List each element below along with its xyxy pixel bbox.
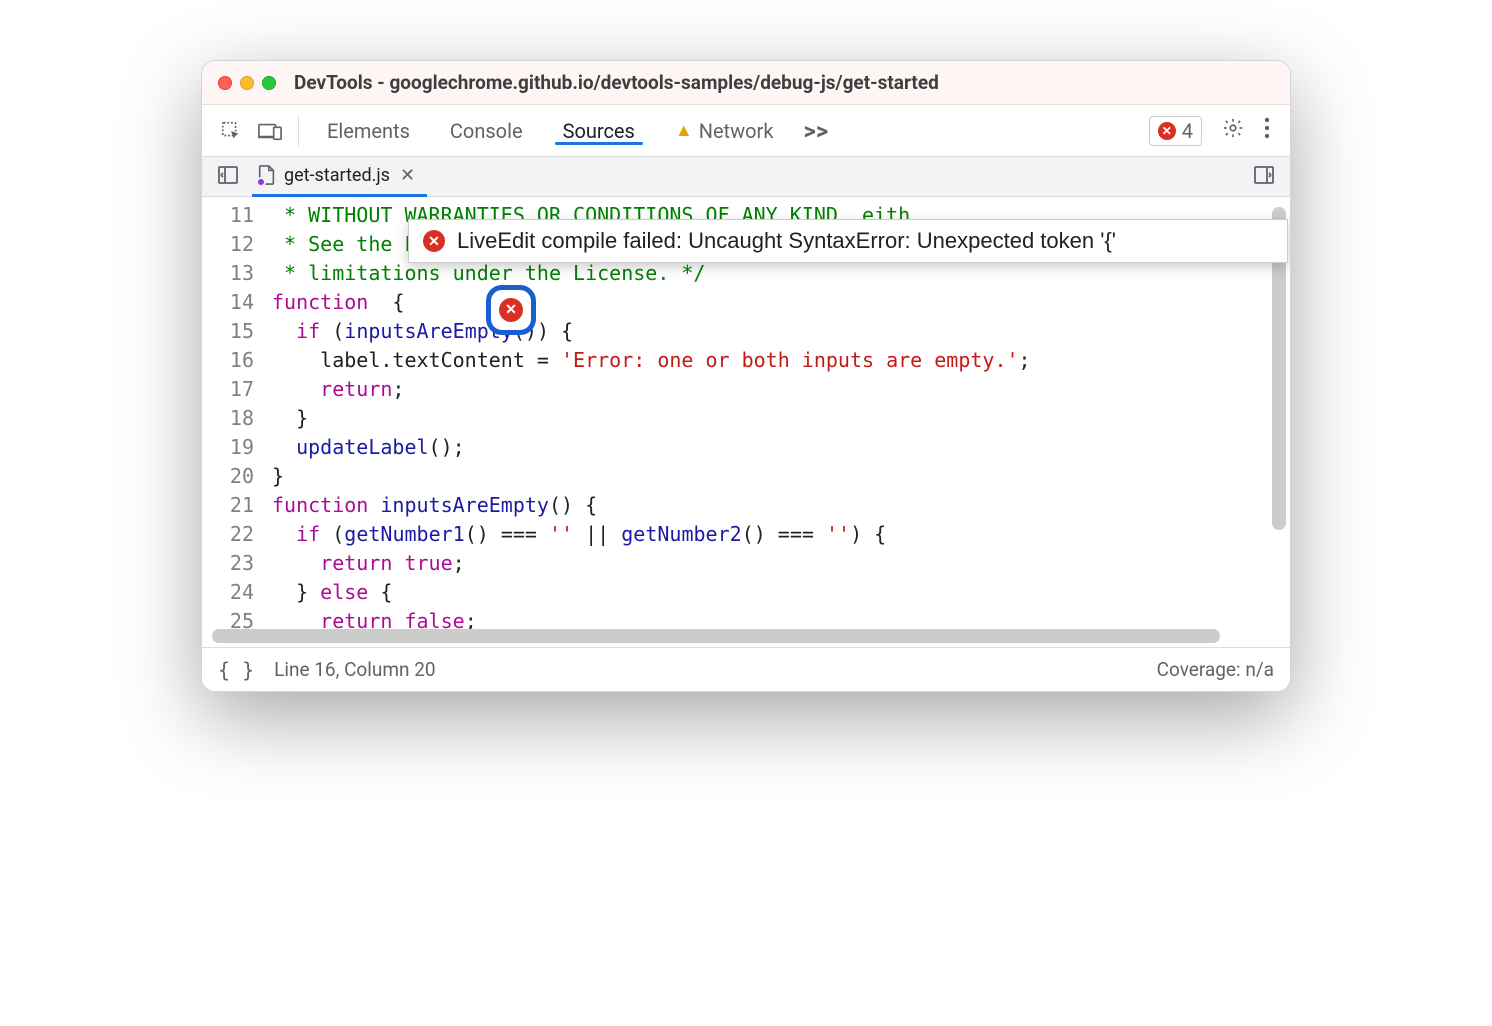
line-number-gutter[interactable]: 111213141516171819202122232425 — [202, 197, 266, 647]
code-content[interactable]: * WITHOUT WARRANTIES OR CONDITIONS OF AN… — [266, 197, 1290, 647]
file-tab-get-started[interactable]: get-started.js ✕ — [252, 157, 427, 197]
tab-label: Console — [450, 119, 523, 143]
cursor-position: Line 16, Column 20 — [274, 658, 435, 681]
title-bar: DevTools - googlechrome.github.io/devtoo… — [202, 61, 1290, 105]
line-number[interactable]: 19 — [210, 433, 254, 462]
line-number[interactable]: 12 — [210, 230, 254, 259]
expand-label: >> — [803, 117, 828, 145]
tab-label: Network — [699, 119, 774, 143]
line-number[interactable]: 23 — [210, 549, 254, 578]
coverage-status: Coverage: n/a — [1157, 658, 1274, 681]
devtools-window: DevTools - googlechrome.github.io/devtoo… — [201, 60, 1291, 692]
line-number[interactable]: 16 — [210, 346, 254, 375]
line-number[interactable]: 21 — [210, 491, 254, 520]
horizontal-scrollbar[interactable] — [212, 629, 1262, 643]
file-name: get-started.js — [284, 165, 390, 186]
status-bar: { } Line 16, Column 20 Coverage: n/a — [202, 647, 1290, 691]
code-editor[interactable]: 111213141516171819202122232425 * WITHOUT… — [202, 197, 1290, 647]
toolbar-divider — [298, 116, 299, 146]
tab-elements[interactable]: Elements — [307, 117, 430, 145]
error-marker-highlight — [486, 285, 536, 335]
close-tab-icon[interactable]: ✕ — [400, 165, 415, 186]
error-count: 4 — [1182, 119, 1193, 143]
pretty-print-icon[interactable]: { } — [218, 658, 254, 682]
more-menu-icon[interactable] — [1254, 117, 1280, 144]
tab-sources[interactable]: Sources — [543, 117, 655, 145]
modified-indicator-icon — [256, 177, 266, 187]
show-debugger-icon[interactable] — [1244, 166, 1284, 188]
code-line[interactable]: label.textContent = 'Error: one or both … — [272, 346, 1290, 375]
tab-network[interactable]: ▲ Network — [655, 117, 794, 145]
error-icon: ✕ — [1158, 122, 1176, 140]
code-line[interactable]: if (getNumber1() === '' || getNumber2() … — [272, 520, 1290, 549]
code-line[interactable]: * limitations under the License. */ — [272, 259, 1290, 288]
tab-console[interactable]: Console — [430, 117, 543, 145]
code-line[interactable]: } — [272, 462, 1290, 491]
tab-label: Sources — [563, 119, 635, 143]
line-number[interactable]: 13 — [210, 259, 254, 288]
scrollbar-thumb[interactable] — [212, 629, 1220, 643]
device-toolbar-icon[interactable] — [250, 105, 290, 157]
error-icon — [499, 298, 523, 322]
more-tabs-button[interactable]: >> — [793, 117, 838, 145]
line-number[interactable]: 20 — [210, 462, 254, 491]
error-tooltip: ✕ LiveEdit compile failed: Uncaught Synt… — [408, 219, 1288, 263]
close-window-button[interactable] — [218, 76, 232, 90]
code-line[interactable]: return; — [272, 375, 1290, 404]
line-number[interactable]: 15 — [210, 317, 254, 346]
code-line[interactable]: return true; — [272, 549, 1290, 578]
line-number[interactable]: 17 — [210, 375, 254, 404]
window-controls — [218, 76, 276, 90]
code-line[interactable]: function inputsAreEmpty() { — [272, 491, 1290, 520]
show-navigator-icon[interactable] — [208, 166, 248, 188]
minimize-window-button[interactable] — [240, 76, 254, 90]
code-line[interactable]: updateLabel(); — [272, 433, 1290, 462]
window-title: DevTools - googlechrome.github.io/devtoo… — [294, 71, 939, 94]
code-line[interactable]: } — [272, 404, 1290, 433]
file-icon — [258, 165, 276, 185]
main-toolbar: Elements Console Sources ▲ Network >> ✕ 4 — [202, 105, 1290, 157]
tooltip-text: LiveEdit compile failed: Uncaught Syntax… — [457, 228, 1116, 254]
code-line[interactable]: } else { — [272, 578, 1290, 607]
line-number[interactable]: 18 — [210, 404, 254, 433]
maximize-window-button[interactable] — [262, 76, 276, 90]
warning-icon: ▲ — [675, 120, 693, 141]
code-line[interactable]: if (inputsAreEmpty()) { — [272, 317, 1290, 346]
sources-tabstrip: get-started.js ✕ — [202, 157, 1290, 197]
line-number[interactable]: 24 — [210, 578, 254, 607]
line-number[interactable]: 14 — [210, 288, 254, 317]
tab-label: Elements — [327, 119, 410, 143]
line-number[interactable]: 22 — [210, 520, 254, 549]
line-number[interactable]: 11 — [210, 201, 254, 230]
inspect-element-icon[interactable] — [212, 105, 250, 157]
panel-tabs: Elements Console Sources ▲ Network >> — [307, 117, 1149, 145]
code-line[interactable]: function { — [272, 288, 1290, 317]
error-icon: ✕ — [423, 230, 445, 252]
vertical-scrollbar[interactable] — [1272, 207, 1286, 587]
error-badge[interactable]: ✕ 4 — [1149, 116, 1202, 146]
settings-icon[interactable] — [1212, 117, 1254, 144]
